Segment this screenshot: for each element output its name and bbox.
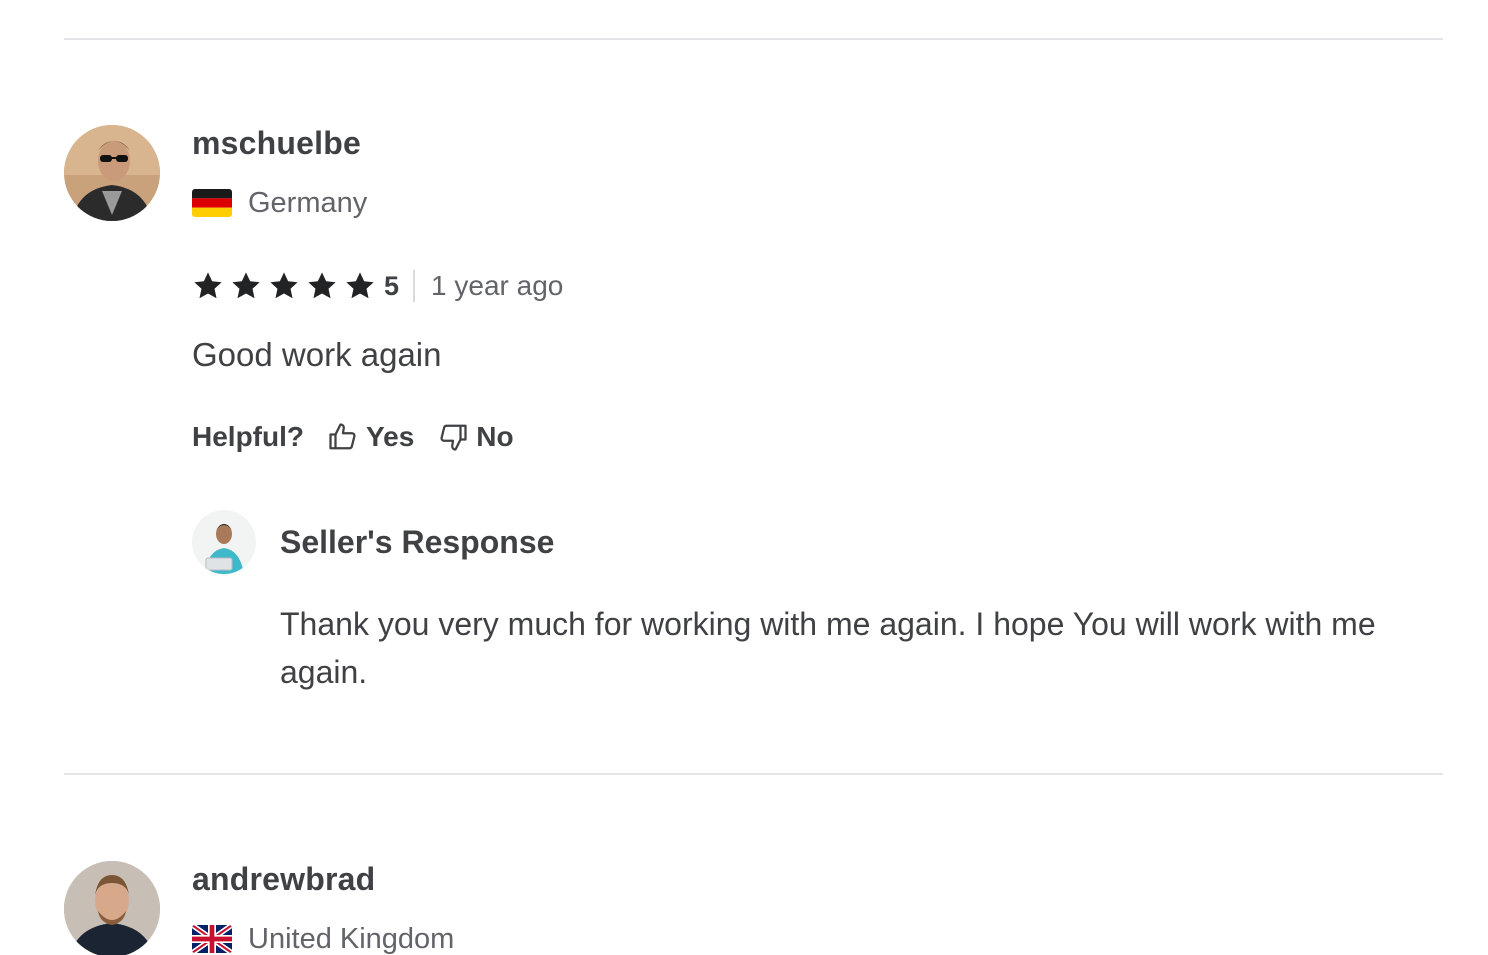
star-icon <box>268 270 300 302</box>
seller-avatar[interactable] <box>192 510 256 574</box>
thumbs-down-icon <box>440 424 467 451</box>
seller-response-text: Thank you very much for working with me … <box>280 606 1376 690</box>
reviewer-country: Germany <box>192 187 367 219</box>
helpful-no-label: No <box>476 421 514 452</box>
rating-separator <box>413 270 416 302</box>
reviewer-username[interactable]: andrewbrad <box>192 861 375 897</box>
review-item: mschuelbe Germany 5 1 year ago Good work… <box>64 125 1443 725</box>
review-time: 1 year ago <box>431 270 564 301</box>
review-text: Good work again <box>192 336 442 373</box>
review-item: andrewbrad United Kingdom <box>64 861 1443 955</box>
reviewer-avatar[interactable] <box>64 861 160 955</box>
germany-flag-icon <box>192 189 232 217</box>
rating-value: 5 <box>384 270 400 301</box>
helpful-yes-label: Yes <box>366 421 415 452</box>
review-divider <box>64 773 1443 775</box>
reviewer-country: United Kingdom <box>192 923 454 955</box>
country-name: Germany <box>248 187 368 219</box>
star-icon <box>306 270 338 302</box>
rating-row: 5 1 year ago <box>192 268 563 304</box>
star-icon <box>344 270 376 302</box>
uk-flag-icon <box>192 925 232 953</box>
helpful-row: Helpful? Yes No <box>192 417 538 457</box>
reviewer-avatar[interactable] <box>64 125 160 221</box>
seller-response-title: Seller's Response <box>280 524 555 560</box>
star-icon <box>230 270 262 302</box>
reviewer-username[interactable]: mschuelbe <box>192 125 361 161</box>
country-name: United Kingdom <box>248 923 455 955</box>
star-rating <box>192 270 382 302</box>
thumbs-up-icon <box>329 423 356 450</box>
helpful-label: Helpful? <box>192 421 304 452</box>
star-icon <box>192 270 224 302</box>
review-divider <box>64 38 1443 40</box>
helpful-yes-button[interactable]: Yes <box>328 421 414 453</box>
helpful-no-button[interactable]: No <box>438 421 514 453</box>
